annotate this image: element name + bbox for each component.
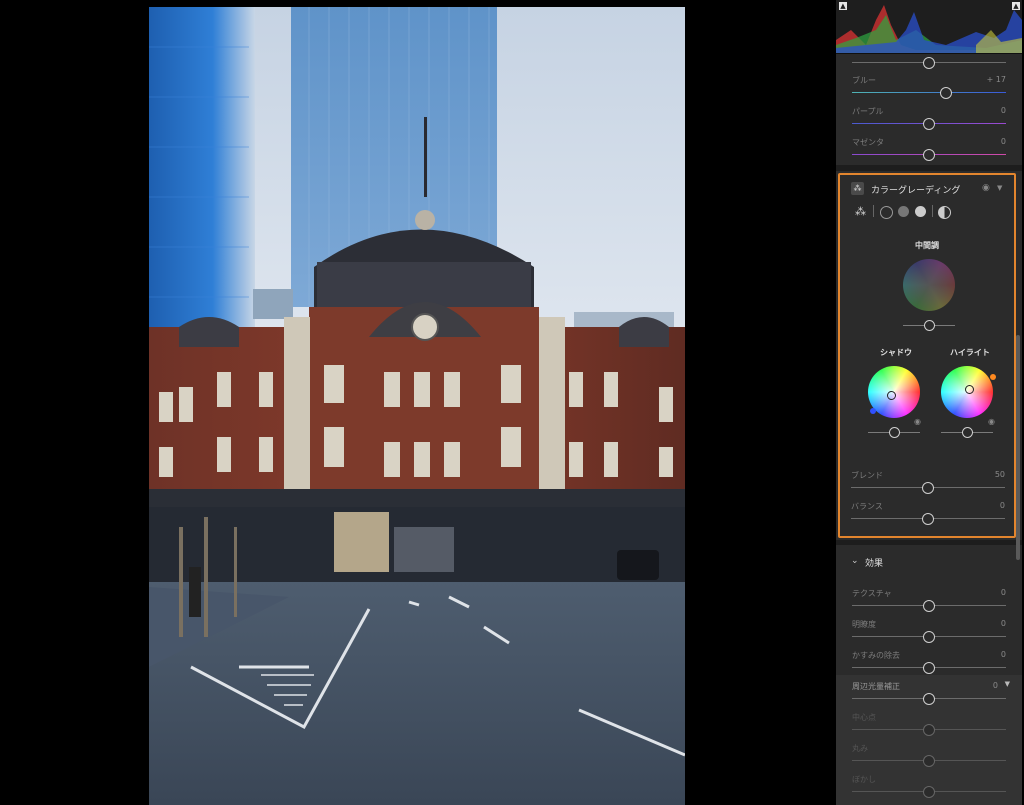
hsl-slider-magenta[interactable]: マゼンタ 0: [836, 134, 1022, 164]
visibility-eye-icon[interactable]: ◉: [982, 183, 990, 193]
photo-canvas[interactable]: [149, 7, 685, 805]
shadows-mode-icon[interactable]: [880, 206, 893, 219]
divider: [932, 205, 933, 217]
slider-track[interactable]: [852, 92, 1006, 93]
shadows-hue-handle[interactable]: [887, 391, 896, 400]
hsl-slider-blue[interactable]: ブルー + 17: [836, 72, 1022, 102]
panel-scrollbar[interactable]: [1016, 335, 1020, 560]
slider-value[interactable]: + 17: [987, 75, 1006, 84]
slider-thumb[interactable]: [923, 724, 935, 736]
slider-value[interactable]: 0: [1001, 106, 1006, 115]
slider-value[interactable]: 0: [1000, 501, 1005, 510]
section-title[interactable]: カラーグレーディング: [871, 183, 960, 196]
hsl-slider-purple[interactable]: パープル 0: [836, 103, 1022, 133]
shadows-label: シャドウ: [880, 348, 912, 357]
hsl-slider[interactable]: [836, 42, 1022, 72]
effects-slider-feather[interactable]: ぼかし: [836, 771, 1022, 801]
slider-thumb[interactable]: [939, 87, 952, 99]
midtones-mode-icon[interactable]: [898, 206, 909, 217]
slider-thumb[interactable]: [922, 482, 935, 494]
highlights-label: ハイライト: [950, 348, 990, 357]
color-grading-icon: ⁂: [851, 182, 864, 195]
effects-slider-midpoint[interactable]: 中心点: [836, 709, 1022, 739]
slider-thumb[interactable]: [923, 600, 935, 612]
section-divider: [836, 540, 1022, 545]
slider-label: ブルー: [852, 76, 876, 85]
slider-thumb[interactable]: [923, 118, 935, 130]
global-mode-icon[interactable]: [938, 206, 951, 219]
blend-balance-group: ブレンド 50 バランス 0: [838, 460, 1012, 534]
section-title[interactable]: 効果: [865, 556, 883, 569]
slider-value[interactable]: 50: [995, 470, 1005, 479]
slider-label: ブレンド: [851, 471, 883, 480]
highlights-luminance-thumb[interactable]: [962, 427, 973, 438]
slider-value[interactable]: 0: [1001, 650, 1006, 659]
three-way-mode-icon[interactable]: ⁂: [855, 205, 866, 218]
slider-thumb[interactable]: [923, 693, 935, 705]
midtones-luminance-thumb[interactable]: [924, 320, 935, 331]
slider-label: かすみの除去: [852, 651, 900, 660]
shadow-clip-icon[interactable]: ▲: [839, 2, 847, 10]
vignette-options-icon[interactable]: ▼: [1005, 680, 1010, 688]
slider-thumb[interactable]: [923, 662, 935, 674]
highlight-clip-icon[interactable]: ▲: [1012, 2, 1020, 10]
slider-label: マゼンタ: [852, 138, 884, 147]
slider-value[interactable]: 0: [1001, 588, 1006, 597]
slider-thumb[interactable]: [923, 631, 935, 643]
highlights-color-wheel[interactable]: [941, 366, 993, 418]
slider-thumb[interactable]: [923, 149, 935, 161]
slider-label: バランス: [851, 502, 883, 511]
slider-thumb[interactable]: [923, 755, 935, 767]
slider-label: パープル: [852, 107, 884, 116]
highlights-visibility-eye-icon[interactable]: ◉: [988, 417, 995, 426]
shadows-luminance-thumb[interactable]: [889, 427, 900, 438]
effects-slider-texture[interactable]: テクスチャ 0: [836, 585, 1022, 615]
divider: [873, 205, 874, 217]
slider-thumb[interactable]: [922, 513, 935, 525]
section-divider: [836, 165, 1022, 171]
slider-thumb[interactable]: [923, 786, 935, 798]
slider-label: 明瞭度: [852, 620, 876, 629]
midtones-label: 中間調: [915, 241, 939, 250]
slider-value[interactable]: 0: [1001, 619, 1006, 628]
effects-slider-clarity[interactable]: 明瞭度 0: [836, 616, 1022, 646]
effects-slider-vignette[interactable]: 周辺光量補正 0 ▼: [836, 678, 1022, 708]
midtones-color-wheel[interactable]: [903, 259, 955, 311]
slider-label: 中心点: [852, 713, 876, 722]
shadows-hue-indicator: [870, 408, 876, 414]
highlights-hue-handle[interactable]: [965, 385, 974, 394]
slider-value[interactable]: 0: [993, 681, 998, 690]
shadows-visibility-eye-icon[interactable]: ◉: [914, 417, 921, 426]
section-menu-chevron-icon[interactable]: ▼: [997, 184, 1002, 192]
highlights-hue-indicator: [990, 374, 996, 380]
slider-label: 丸み: [852, 744, 868, 753]
balance-slider[interactable]: バランス 0: [838, 498, 1012, 528]
slider-label: ぼかし: [852, 775, 876, 784]
slider-thumb[interactable]: [923, 57, 935, 69]
slider-label: テクスチャ: [852, 589, 892, 598]
blend-slider[interactable]: ブレンド 50: [838, 467, 1012, 497]
highlights-mode-icon[interactable]: [915, 206, 926, 217]
effects-slider-roundness[interactable]: 丸み: [836, 740, 1022, 770]
effects-slider-dehaze[interactable]: かすみの除去 0: [836, 647, 1022, 677]
effects-collapse-chevron-icon[interactable]: ⌄: [851, 556, 859, 566]
slider-value[interactable]: 0: [1001, 137, 1006, 146]
wheel-center-fade: [903, 259, 955, 311]
slider-label: 周辺光量補正: [852, 682, 900, 691]
